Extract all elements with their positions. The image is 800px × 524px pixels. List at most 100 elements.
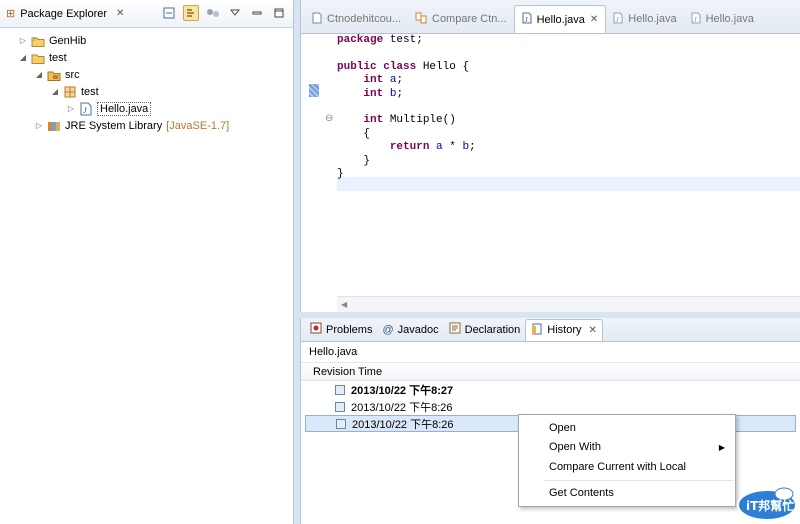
editor-tabbar: Ctnodehitcou... Compare Ctn... J Hello.j… <box>301 0 800 34</box>
scroll-left-icon[interactable]: ◀ <box>341 300 347 309</box>
tree-item-label: Hello.java <box>97 101 152 116</box>
problems-icon <box>310 322 322 337</box>
history-icon <box>531 323 543 338</box>
tree-item-genhib[interactable]: ▷ J GenHib <box>0 32 293 49</box>
maximize-icon[interactable] <box>271 5 287 21</box>
tab-package-explorer-label: Package Explorer <box>20 7 108 20</box>
revision-time: 2013/10/22 下午8:26 <box>352 418 454 431</box>
tree-item-label: test <box>49 51 67 64</box>
close-icon[interactable]: ✕ <box>590 14 598 25</box>
collapse-icon[interactable]: ◢ <box>34 70 44 79</box>
tab-label: Problems <box>326 323 373 336</box>
tab-history[interactable]: History ✕ <box>525 318 603 341</box>
close-icon[interactable]: ✕ <box>116 8 124 19</box>
code-text: { <box>363 127 371 140</box>
tree-item-test-package[interactable]: ◢ test <box>0 83 293 100</box>
code-text: ; <box>396 87 404 100</box>
java-file-icon: J <box>691 12 701 27</box>
menu-item-get-contents[interactable]: Get Contents <box>519 484 735 504</box>
view-menu-icon[interactable] <box>227 5 243 21</box>
tab-javadoc[interactable]: @ Javadoc <box>377 319 443 341</box>
tab-hello-java[interactable]: J Hello.java <box>606 5 683 33</box>
collapse-all-icon[interactable] <box>161 5 177 21</box>
menu-item-open[interactable]: Open <box>519 418 735 438</box>
expand-icon[interactable]: ▷ <box>34 121 44 130</box>
tab-label: Compare Ctn... <box>432 13 507 25</box>
project-icon: J <box>31 34 45 48</box>
source-code[interactable]: package test; public class Hello { int a… <box>337 34 800 296</box>
tab-hello-java[interactable]: J Hello.java <box>684 5 761 33</box>
menu-item-label: Open <box>549 421 576 434</box>
code-text: test; <box>383 34 423 46</box>
code-keyword: return <box>389 141 430 154</box>
svg-text:J: J <box>83 106 87 115</box>
tree-item-label: GenHib <box>49 34 87 47</box>
tree-item-suffix: [JavaSE-1.7] <box>166 119 230 132</box>
file-icon <box>312 12 322 27</box>
fold-collapse-icon[interactable]: ⊖ <box>325 113 333 124</box>
tab-label: Hello.java <box>628 13 677 25</box>
project-tree: ▷ J GenHib ◢ test ◢ src ◢ test ▷ J Hello… <box>0 28 293 134</box>
revision-icon <box>335 384 345 395</box>
horizontal-scrollbar[interactable]: ◀ <box>337 296 800 312</box>
menu-separator <box>545 479 733 481</box>
package-explorer-view: ⊞ Package Explorer ✕ ▷ J GenHib ◢ test ◢… <box>0 0 294 524</box>
table-row[interactable]: 2013/10/22 下午8:27 <box>305 381 796 398</box>
menu-item-label: Compare Current with Local <box>549 460 686 473</box>
code-keyword: int <box>363 87 384 100</box>
tree-item-hello-java[interactable]: ▷ J Hello.java <box>0 100 293 117</box>
revision-time: 2013/10/22 下午8:27 <box>351 384 454 397</box>
tab-compare[interactable]: Compare Ctn... <box>408 5 514 33</box>
tab-ctnodehitcount[interactable]: Ctnodehitcou... <box>305 5 408 33</box>
tab-label: Javadoc <box>397 323 439 336</box>
code-text: ; <box>396 74 404 87</box>
code-text: } <box>363 154 371 167</box>
submenu-arrow-icon: ▶ <box>718 442 725 452</box>
tree-item-src[interactable]: ◢ src <box>0 66 293 83</box>
menu-item-open-with[interactable]: Open With ▶ <box>519 438 735 458</box>
tab-label: Ctnodehitcou... <box>327 13 401 25</box>
menu-item-compare-current-with-local[interactable]: Compare Current with Local <box>519 457 735 477</box>
package-explorer-icon: ⊞ <box>6 8 16 20</box>
tree-item-label: JRE System Library <box>65 119 163 132</box>
code-editor[interactable]: ⊖ package test; public class Hello { int… <box>301 34 800 296</box>
at-icon: @ <box>382 323 394 336</box>
java-file-icon: J <box>522 12 532 27</box>
filter-icon[interactable] <box>205 5 221 21</box>
code-lines: package test; public class Hello { int a… <box>337 34 800 181</box>
collapse-icon[interactable]: ◢ <box>50 87 60 96</box>
table-row[interactable]: 2013/10/22 下午8:26 <box>305 398 796 415</box>
tab-label: Hello.java <box>705 13 754 25</box>
tab-declaration[interactable]: Declaration <box>444 319 526 341</box>
java-file-icon: J <box>613 12 623 27</box>
code-keyword: public <box>337 60 377 73</box>
editor-ruler: ⊖ <box>301 34 337 296</box>
code-text: } <box>337 168 344 181</box>
collapse-icon[interactable]: ◢ <box>18 53 28 62</box>
compare-icon <box>415 12 427 27</box>
tree-item-jre-library[interactable]: ▷ JRE System Library [JavaSE-1.7] <box>0 117 293 134</box>
menu-item-label: Open With <box>549 441 601 454</box>
revision-icon <box>335 401 345 412</box>
minimize-icon[interactable] <box>249 5 265 21</box>
history-file-name: Hello.java <box>309 346 358 358</box>
tab-hello-java-active[interactable]: J Hello.java ✕ <box>513 5 607 33</box>
tab-label: Declaration <box>464 323 521 336</box>
link-with-editor-icon[interactable] <box>183 5 199 21</box>
revision-icon <box>336 418 346 429</box>
tab-package-explorer[interactable]: ⊞ Package Explorer ✕ <box>0 3 130 25</box>
expand-icon[interactable]: ▷ <box>66 104 76 113</box>
tree-item-label: src <box>65 68 80 81</box>
code-keyword: class <box>383 60 417 73</box>
editor-area: Ctnodehitcou... Compare Ctn... J Hello.j… <box>300 0 800 312</box>
declaration-icon <box>449 322 461 337</box>
tree-item-test-project[interactable]: ◢ test <box>0 49 293 66</box>
logo-text: iT邦幫忙 <box>746 498 794 513</box>
close-icon[interactable]: ✕ <box>589 325 597 336</box>
code-text: ; <box>469 141 476 154</box>
menu-item-label: Get Contents <box>549 487 614 500</box>
tab-problems[interactable]: Problems <box>305 319 377 341</box>
code-text: Hello { <box>416 60 470 73</box>
expand-icon[interactable]: ▷ <box>18 36 28 45</box>
column-header-revision-time[interactable]: Revision Time <box>301 363 800 381</box>
